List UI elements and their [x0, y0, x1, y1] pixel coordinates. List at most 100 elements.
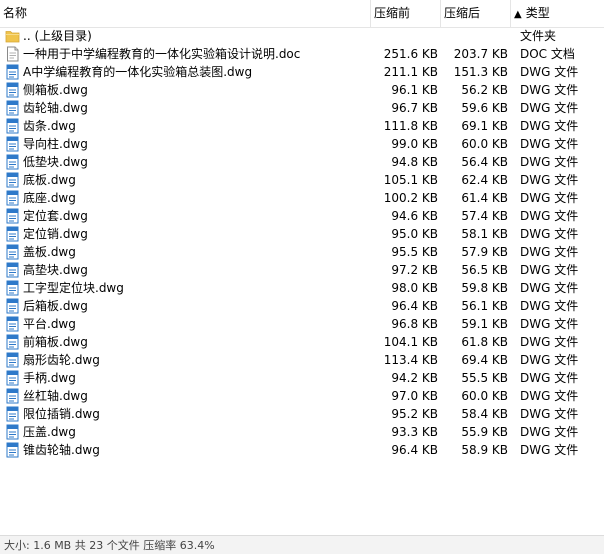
file-size-before: 94.6 KB [391, 209, 438, 223]
dwg-file-icon [6, 118, 19, 134]
file-size-before: 95.0 KB [391, 227, 438, 241]
file-row[interactable]: 扇形齿轮.dwg 113.4 KB 69.4 KB DWG 文件 [0, 351, 604, 369]
file-row[interactable]: 齿条.dwg 111.8 KB 69.1 KB DWG 文件 [0, 117, 604, 135]
file-size-before: 94.8 KB [391, 155, 438, 169]
parent-folder-row[interactable]: .. (上级目录) 文件夹 [0, 27, 604, 45]
parent-folder-name: .. (上级目录) [23, 29, 92, 43]
file-size-before: 94.2 KB [391, 371, 438, 385]
file-row[interactable]: 前箱板.dwg 104.1 KB 61.8 KB DWG 文件 [0, 333, 604, 351]
file-row[interactable]: 导向柱.dwg 99.0 KB 60.0 KB DWG 文件 [0, 135, 604, 153]
file-row[interactable]: 限位插销.dwg 95.2 KB 58.4 KB DWG 文件 [0, 405, 604, 423]
file-name: 平台.dwg [23, 317, 76, 331]
file-name: 底座.dwg [23, 191, 76, 205]
file-row[interactable]: 底板.dwg 105.1 KB 62.4 KB DWG 文件 [0, 171, 604, 189]
folder-icon [5, 31, 20, 43]
file-name: 低垫块.dwg [23, 155, 88, 169]
file-type: DWG 文件 [520, 335, 579, 349]
file-name: 定位销.dwg [23, 227, 88, 241]
dwg-file-icon [6, 190, 19, 206]
dwg-file-icon [6, 316, 19, 332]
file-row[interactable]: 工字型定位块.dwg 98.0 KB 59.8 KB DWG 文件 [0, 279, 604, 297]
file-row[interactable]: 盖板.dwg 95.5 KB 57.9 KB DWG 文件 [0, 243, 604, 261]
dwg-file-icon [6, 388, 19, 404]
file-row[interactable]: 低垫块.dwg 94.8 KB 56.4 KB DWG 文件 [0, 153, 604, 171]
file-size-before: 96.4 KB [391, 443, 438, 457]
file-row[interactable]: 平台.dwg 96.8 KB 59.1 KB DWG 文件 [0, 315, 604, 333]
file-name: 锥齿轮轴.dwg [23, 443, 100, 457]
file-size-before: 111.8 KB [383, 119, 438, 133]
file-row[interactable]: 丝杠轴.dwg 97.0 KB 60.0 KB DWG 文件 [0, 387, 604, 405]
file-size-before: 100.2 KB [383, 191, 438, 205]
dwg-file-icon [6, 298, 19, 314]
file-size-after: 60.0 KB [461, 137, 508, 151]
file-size-after: 56.2 KB [461, 83, 508, 97]
file-type: DOC 文档 [520, 47, 575, 61]
file-size-after: 59.6 KB [461, 101, 508, 115]
column-header-type[interactable]: ▲ 类型 [511, 0, 604, 27]
file-type: DWG 文件 [520, 443, 579, 457]
file-size-before: 104.1 KB [383, 335, 438, 349]
dwg-file-icon [6, 442, 19, 458]
file-size-before: 251.6 KB [383, 47, 438, 61]
file-size-after: 60.0 KB [461, 389, 508, 403]
column-header-name[interactable]: 名称 [0, 0, 371, 27]
file-row[interactable]: 定位销.dwg 95.0 KB 58.1 KB DWG 文件 [0, 225, 604, 243]
doc-file-icon [7, 46, 19, 62]
file-size-before: 95.2 KB [391, 407, 438, 421]
file-row[interactable]: 定位套.dwg 94.6 KB 57.4 KB DWG 文件 [0, 207, 604, 225]
column-header-type-label: 类型 [525, 6, 550, 20]
dwg-file-icon [6, 226, 19, 242]
file-type: DWG 文件 [520, 191, 579, 205]
dwg-file-icon [6, 100, 19, 116]
file-name: 一种用于中学编程教育的一体化实验箱设计说明.doc [23, 47, 301, 61]
file-row[interactable]: 锥齿轮轴.dwg 96.4 KB 58.9 KB DWG 文件 [0, 441, 604, 459]
file-row[interactable]: 一种用于中学编程教育的一体化实验箱设计说明.doc 251.6 KB 203.7 K… [0, 45, 604, 63]
file-row[interactable]: 压盖.dwg 93.3 KB 55.9 KB DWG 文件 [0, 423, 604, 441]
column-header-after-label: 压缩后 [444, 6, 481, 20]
file-row[interactable]: 底座.dwg 100.2 KB 61.4 KB DWG 文件 [0, 189, 604, 207]
file-size-after: 203.7 KB [453, 47, 508, 61]
file-type: DWG 文件 [520, 83, 579, 97]
file-name: 底板.dwg [23, 173, 76, 187]
column-header-after[interactable]: 压缩后 [441, 0, 511, 27]
column-header-before[interactable]: 压缩前 [371, 0, 441, 27]
column-header-name-label: 名称 [3, 6, 28, 20]
file-row[interactable]: 高垫块.dwg 97.2 KB 56.5 KB DWG 文件 [0, 261, 604, 279]
file-type: DWG 文件 [520, 65, 579, 79]
dwg-file-icon [6, 208, 19, 224]
file-type: DWG 文件 [520, 209, 579, 223]
file-row[interactable]: A中学编程教育的一体化实验箱总装图.dwg 211.1 KB 151.3 KB DWG… [0, 63, 604, 81]
file-type: DWG 文件 [520, 155, 579, 169]
file-size-after: 56.1 KB [461, 299, 508, 313]
column-header: 名称 压缩前 压缩后 ▲ 类型 [0, 0, 604, 28]
file-type: DWG 文件 [520, 299, 579, 313]
file-name: 扇形齿轮.dwg [23, 353, 100, 367]
status-bar: 大小: 1.6 MB 共 23 个文件 压缩率 63.4% [0, 535, 604, 554]
file-size-after: 57.9 KB [461, 245, 508, 259]
dwg-file-icon [6, 262, 19, 278]
file-name: 工字型定位块.dwg [23, 281, 124, 295]
file-row[interactable]: 齿轮轴.dwg 96.7 KB 59.6 KB DWG 文件 [0, 99, 604, 117]
file-size-before: 97.0 KB [391, 389, 438, 403]
dwg-file-icon [6, 136, 19, 152]
file-size-after: 55.5 KB [461, 371, 508, 385]
file-type: DWG 文件 [520, 227, 579, 241]
file-size-before: 113.4 KB [383, 353, 438, 367]
dwg-file-icon [6, 82, 19, 98]
file-name: 侧箱板.dwg [23, 83, 88, 97]
file-name: 限位插销.dwg [23, 407, 100, 421]
file-name: 前箱板.dwg [23, 335, 88, 349]
file-row[interactable]: 手柄.dwg 94.2 KB 55.5 KB DWG 文件 [0, 369, 604, 387]
file-size-before: 99.0 KB [391, 137, 438, 151]
file-name: 高垫块.dwg [23, 263, 88, 277]
file-row[interactable]: 侧箱板.dwg 96.1 KB 56.2 KB DWG 文件 [0, 81, 604, 99]
file-size-after: 69.1 KB [461, 119, 508, 133]
file-list: .. (上级目录) 文件夹 一种用于中学编程教育的一体化实验箱设计说明.doc 2… [0, 27, 604, 535]
file-size-after: 61.8 KB [461, 335, 508, 349]
file-row[interactable]: 后箱板.dwg 96.4 KB 56.1 KB DWG 文件 [0, 297, 604, 315]
file-size-after: 58.1 KB [461, 227, 508, 241]
file-size-before: 98.0 KB [391, 281, 438, 295]
file-size-before: 96.1 KB [391, 83, 438, 97]
file-size-before: 97.2 KB [391, 263, 438, 277]
dwg-file-icon [6, 352, 19, 368]
